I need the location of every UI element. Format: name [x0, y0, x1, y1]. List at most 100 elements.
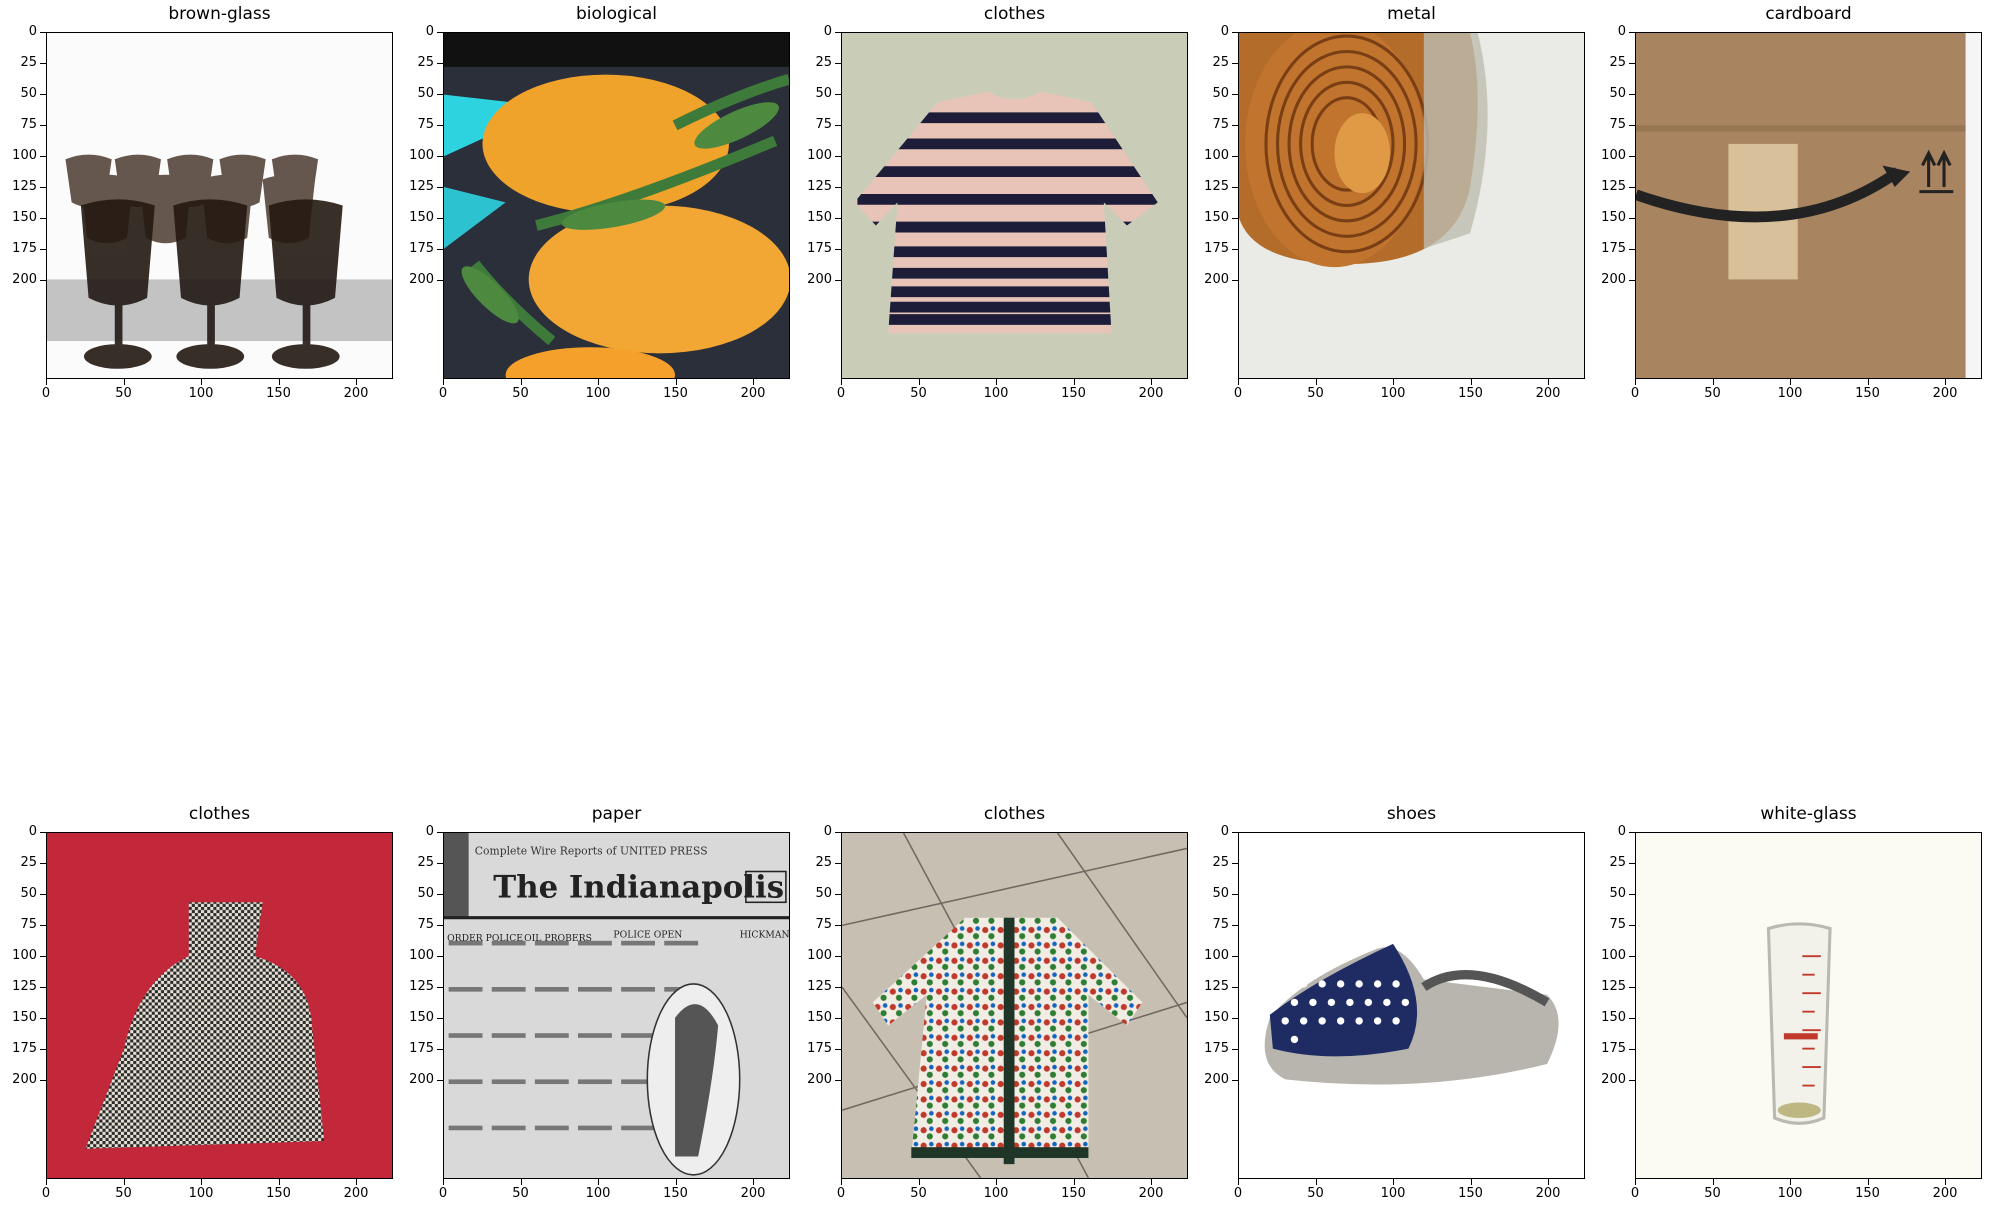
y-tick-label: 0 — [28, 824, 37, 839]
x-tick-label: 0 — [41, 1186, 51, 1201]
x-tick-mark — [46, 1179, 47, 1185]
y-tick-label: 150 — [1601, 210, 1626, 225]
y-tick-label: 25 — [417, 55, 434, 70]
y-tick-label: 25 — [1609, 55, 1626, 70]
y-tick-mark — [437, 218, 443, 219]
y-tick-mark — [835, 925, 841, 926]
y-tick-label: 175 — [1204, 1041, 1229, 1056]
x-tick-label: 100 — [983, 386, 1009, 401]
y-tick-mark — [1232, 956, 1238, 957]
y-tick-label: 200 — [409, 1072, 434, 1087]
y-tick-mark — [835, 32, 841, 33]
y-tick-mark — [1232, 1049, 1238, 1050]
x-tick-mark — [753, 1179, 754, 1185]
y-tick-label: 0 — [28, 24, 37, 39]
y-tick-mark — [1629, 987, 1635, 988]
y-tick-mark — [40, 218, 46, 219]
x-tick-mark — [201, 379, 202, 385]
x-tick-label: 50 — [115, 1186, 132, 1201]
y-tick-mark — [835, 218, 841, 219]
x-tick-label: 100 — [585, 386, 611, 401]
y-tick-mark — [437, 925, 443, 926]
y-tick-label: 50 — [1212, 886, 1229, 901]
svg-text:The Indianapolis Times: The Indianapolis Times — [493, 870, 789, 906]
y-tick-label: 150 — [1204, 210, 1229, 225]
x-tick-label: 50 — [115, 386, 132, 401]
y-tick-mark — [40, 1049, 46, 1050]
y-tick-mark — [1232, 987, 1238, 988]
y-tick-label: 150 — [1601, 1010, 1626, 1025]
y-tick-mark — [437, 125, 443, 126]
y-tick-mark — [437, 894, 443, 895]
x-tick-label: 50 — [1704, 1186, 1721, 1201]
y-tick-mark — [40, 1018, 46, 1019]
x-tick-label: 0 — [1630, 386, 1640, 401]
y-tick-label: 175 — [807, 241, 832, 256]
panel-title: clothes — [983, 804, 1046, 824]
x-tick-mark — [123, 1179, 125, 1185]
x-tick-label: 200 — [1535, 386, 1561, 401]
x-tick-mark — [996, 379, 997, 385]
y-tick-label: 75 — [1212, 917, 1229, 932]
image-panel: clothes 0 25 50 75 100 125 150 175 200 0 50 100 150 2… — [807, 804, 1188, 1201]
x-tick-mark — [278, 1179, 280, 1185]
y-tick-mark — [835, 956, 841, 957]
y-tick-label: 75 — [815, 917, 832, 932]
y-tick-mark — [835, 63, 841, 64]
x-tick-mark — [278, 379, 280, 385]
polka-dot-slipper-photo — [1238, 832, 1585, 1179]
x-tick-label: 150 — [266, 386, 291, 401]
panel-title: clothes — [188, 804, 251, 824]
y-tick-label: 200 — [409, 272, 434, 287]
x-tick-mark — [1548, 1179, 1549, 1185]
x-tick-label: 50 — [1704, 386, 1721, 401]
x-tick-label: 100 — [1380, 386, 1406, 401]
y-tick-mark — [437, 863, 443, 864]
y-tick-mark — [437, 156, 443, 157]
y-tick-mark — [437, 63, 443, 64]
svg-text:POLICE OPEN: POLICE OPEN — [613, 930, 682, 941]
x-tick-mark — [1315, 379, 1317, 385]
y-tick-label: 0 — [823, 824, 832, 839]
y-tick-mark — [40, 956, 46, 957]
x-tick-mark — [520, 1179, 522, 1185]
x-tick-label: 100 — [1777, 1186, 1803, 1201]
y-tick-mark — [835, 249, 841, 250]
y-tick-label: 75 — [1212, 117, 1229, 132]
y-tick-label: 75 — [20, 117, 37, 132]
x-tick-mark — [918, 1179, 920, 1185]
y-tick-label: 50 — [1609, 886, 1626, 901]
x-tick-mark — [1867, 379, 1869, 385]
y-tick-mark — [1629, 832, 1635, 833]
y-tick-label: 200 — [12, 1072, 37, 1087]
y-tick-label: 75 — [20, 917, 37, 932]
x-tick-mark — [356, 1179, 357, 1185]
x-tick-mark — [1945, 1179, 1946, 1185]
x-tick-mark — [1315, 1179, 1317, 1185]
image-panel: white-glass 0 25 50 75 100 125 150 175 200 0 50 100… — [1601, 804, 1982, 1201]
y-tick-label: 200 — [807, 272, 832, 287]
x-tick-mark — [1151, 379, 1152, 385]
y-tick-mark — [835, 125, 841, 126]
y-tick-mark — [835, 894, 841, 895]
x-tick-label: 200 — [740, 386, 766, 401]
y-tick-mark — [437, 987, 443, 988]
y-tick-mark — [1232, 218, 1238, 219]
y-tick-label: 125 — [12, 179, 37, 194]
y-tick-label: 200 — [1204, 1072, 1229, 1087]
x-tick-mark — [841, 1179, 842, 1185]
y-tick-label: 0 — [1617, 24, 1626, 39]
y-tick-label: 150 — [807, 210, 832, 225]
y-tick-label: 0 — [823, 24, 832, 39]
x-tick-label: 150 — [1855, 386, 1880, 401]
y-tick-label: 0 — [425, 24, 434, 39]
y-tick-mark — [1232, 249, 1238, 250]
y-tick-label: 150 — [12, 210, 37, 225]
y-tick-label: 100 — [1601, 148, 1626, 163]
y-tick-mark — [40, 187, 46, 188]
svg-text:HICKMAN: HICKMAN — [740, 930, 789, 941]
y-tick-label: 200 — [1601, 272, 1626, 287]
y-tick-mark — [1629, 94, 1635, 95]
y-tick-mark — [1629, 1080, 1635, 1081]
x-tick-mark — [520, 379, 522, 385]
